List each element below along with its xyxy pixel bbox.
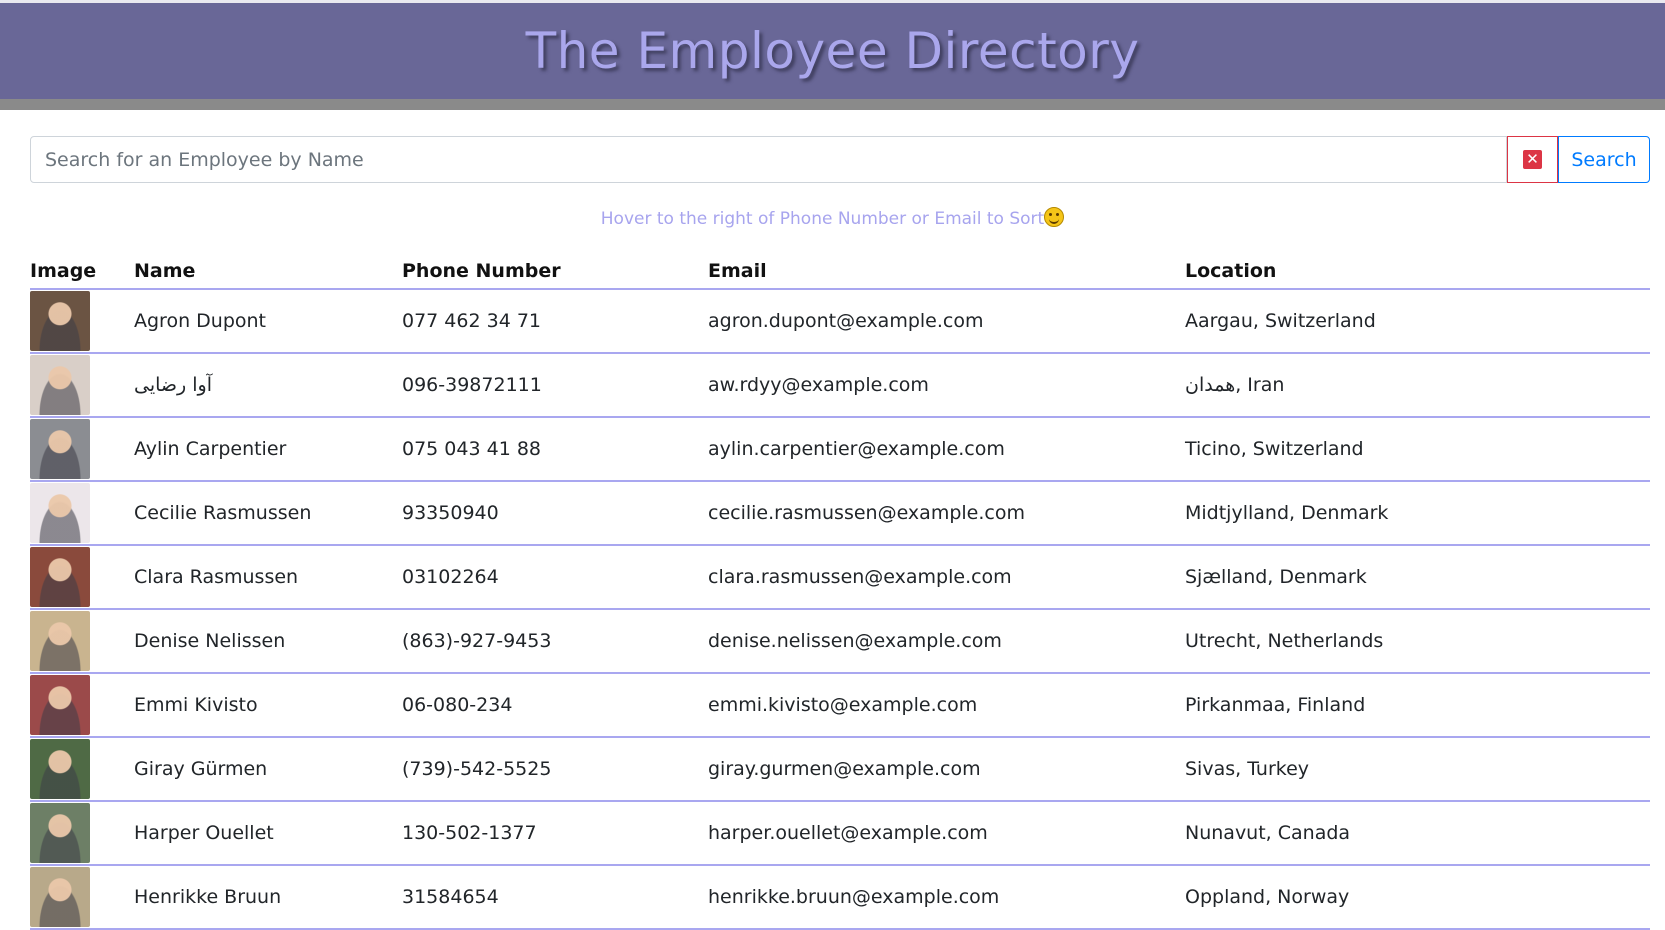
avatar [30,739,90,799]
employee-location: Utrecht, Netherlands [1185,609,1650,674]
employee-name: Giray Gürmen [134,737,402,802]
employee-image-cell [30,737,134,802]
table-row: Emmi Kivisto 06-080-234 emmi.kivisto@examp… [30,673,1650,738]
employee-rows: Agron Dupont 077 462 34 71 agron.dupont@ex… [30,289,1650,930]
sort-hint: Hover to the right of Phone Number or Em… [0,206,1665,232]
smiling-face-icon [1044,207,1065,227]
page-title: The Employee Directory [525,22,1140,80]
employee-image-cell [30,481,134,546]
avatar [30,547,90,607]
table-row: Cecilie Rasmussen 93350940 cecilie.rasmuss… [30,481,1650,546]
employee-phone: (739)-542-5525 [402,737,708,802]
employee-image-cell [30,353,134,418]
employee-image-cell [30,673,134,738]
employee-email: cecilie.rasmussen@example.com [708,481,1185,546]
employee-name: Henrikke Bruun [134,865,402,930]
employee-email: aw.rdyy@example.com [708,353,1185,418]
employee-location: Aargau, Switzerland [1185,289,1650,354]
employee-image-cell [30,609,134,674]
table-row: Giray Gürmen (739)-542-5525 giray.gurmen@e… [30,737,1650,802]
employee-phone: 096-39872111 [402,353,708,418]
employee-phone: 03102264 [402,545,708,610]
avatar [30,803,90,863]
employee-image-cell [30,801,134,866]
employee-name: Harper Ouellet [134,801,402,866]
table-row: Agron Dupont 077 462 34 71 agron.dupont@ex… [30,289,1650,354]
table-row: Aylin Carpentier 075 043 41 88 aylin.carpe… [30,417,1650,482]
avatar [30,611,90,671]
column-header-phone[interactable]: Phone Number [402,254,708,290]
table-row: آوا رضایی 096-39872111 aw.rdyy@example.com… [30,353,1650,418]
avatar [30,867,90,927]
employee-location: Ticino, Switzerland [1185,417,1650,482]
employee-location: Midtjylland, Denmark [1185,481,1650,546]
column-header-email[interactable]: Email [708,254,1185,290]
employee-image-cell [30,289,134,354]
search-input[interactable] [30,136,1507,183]
avatar [30,675,90,735]
employee-email: aylin.carpentier@example.com [708,417,1185,482]
avatar [30,419,90,479]
clear-search-button[interactable]: ✕ [1507,136,1558,183]
table-row: Clara Rasmussen 03102264 clara.rasmussen@e… [30,545,1650,610]
employee-table: Image Name Phone Number Email Location A… [30,254,1650,930]
employee-email: denise.nelissen@example.com [708,609,1185,674]
employee-email: harper.ouellet@example.com [708,801,1185,866]
table-row: Denise Nelissen (863)-927-9453 denise.neli… [30,609,1650,674]
employee-name: آوا رضایی [134,353,402,418]
employee-phone: 075 043 41 88 [402,417,708,482]
employee-phone: 31584654 [402,865,708,930]
column-header-image: Image [30,254,134,290]
employee-phone: 06-080-234 [402,673,708,738]
employee-location: همدان, Iran [1185,353,1650,418]
avatar [30,291,90,351]
employee-name: Cecilie Rasmussen [134,481,402,546]
page-header: The Employee Directory [0,3,1665,110]
x-square-icon: ✕ [1523,150,1542,169]
column-header-location: Location [1185,254,1650,290]
employee-email: henrikke.bruun@example.com [708,865,1185,930]
employee-location: Sivas, Turkey [1185,737,1650,802]
employee-phone: (863)-927-9453 [402,609,708,674]
search-button[interactable]: Search [1558,136,1650,183]
search-bar: ✕ Search [30,136,1650,183]
employee-email: giray.gurmen@example.com [708,737,1185,802]
employee-name: Clara Rasmussen [134,545,402,610]
employee-location: Pirkanmaa, Finland [1185,673,1650,738]
employee-phone: 93350940 [402,481,708,546]
avatar [30,483,90,543]
sort-hint-text: Hover to the right of Phone Number or Em… [600,209,1045,229]
employee-location: Oppland, Norway [1185,865,1650,930]
employee-image-cell [30,545,134,610]
employee-name: Denise Nelissen [134,609,402,674]
employee-email: clara.rasmussen@example.com [708,545,1185,610]
employee-email: agron.dupont@example.com [708,289,1185,354]
employee-name: Emmi Kivisto [134,673,402,738]
table-row: Harper Ouellet 130-502-1377 harper.ouellet… [30,801,1650,866]
employee-location: Sjælland, Denmark [1185,545,1650,610]
employee-image-cell [30,865,134,930]
employee-image-cell [30,417,134,482]
employee-phone: 130-502-1377 [402,801,708,866]
avatar [30,355,90,415]
table-row: Henrikke Bruun 31584654 henrikke.bruun@exa… [30,865,1650,930]
employee-name: Agron Dupont [134,289,402,354]
employee-location: Nunavut, Canada [1185,801,1650,866]
table-header-row: Image Name Phone Number Email Location [30,254,1650,290]
employee-email: emmi.kivisto@example.com [708,673,1185,738]
employee-name: Aylin Carpentier [134,417,402,482]
column-header-name: Name [134,254,402,290]
employee-phone: 077 462 34 71 [402,289,708,354]
